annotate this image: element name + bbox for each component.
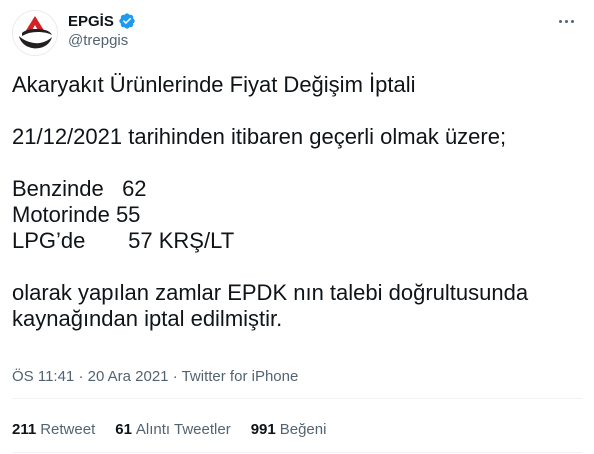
avatar[interactable] (12, 10, 58, 56)
likes-label: Beğeni (279, 421, 327, 438)
more-options-icon[interactable] (552, 10, 580, 32)
tweet-header: EPGİS @trepgis (12, 10, 582, 58)
tweet-line-benzin: Benzinde 62 (12, 176, 147, 201)
likes-count: 991 (250, 421, 276, 438)
meta-separator: · (172, 368, 178, 385)
tweet-line-lpg: LPG’de 57 KRŞ/LT (12, 228, 235, 253)
quotes-count: 61 (115, 421, 132, 438)
tweet-stats: 211 Retweet 61 Alıntı Tweetler 991 Beğeni (12, 421, 326, 438)
name-row: EPGİS (68, 12, 136, 30)
display-name[interactable]: EPGİS (68, 13, 114, 30)
divider (12, 398, 582, 399)
retweets-stat[interactable]: 211 Retweet (12, 421, 95, 438)
meta-separator: · (78, 368, 84, 385)
divider (12, 452, 582, 453)
retweets-count: 211 (12, 421, 37, 438)
tweet-meta: ÖS 11:41 · 20 Ara 2021 · Twitter for iPh… (12, 368, 298, 385)
verified-badge-icon (119, 13, 135, 29)
tweet-date[interactable]: 20 Ara 2021 (88, 368, 169, 385)
user-handle[interactable]: @trepgis (68, 32, 128, 49)
tweet-card: EPGİS @trepgis Akaryakıt Ürünlerinde Fiy… (0, 0, 594, 454)
likes-stat[interactable]: 991 Beğeni (251, 421, 327, 438)
tweet-line-statement-1: olarak yapılan zamlar EPDK nın talebi do… (12, 280, 529, 305)
tweet-line-statement-2: kaynağından iptal edilmiştir. (12, 306, 283, 331)
tweet-time[interactable]: ÖS 11:41 (12, 368, 74, 385)
tweet-line-motorin: Motorinde 55 (12, 202, 141, 227)
tweet-text: Akaryakıt Ürünlerinde Fiyat Değişim İpta… (12, 72, 582, 332)
tweet-line-date: 21/12/2021 tarihinden itibaren geçerli o… (12, 124, 507, 149)
quotes-stat[interactable]: 61 Alıntı Tweetler (115, 421, 230, 438)
tweet-line-title: Akaryakıt Ürünlerinde Fiyat Değişim İpta… (12, 72, 416, 97)
tweet-source[interactable]: Twitter for iPhone (182, 368, 299, 385)
epgis-logo-icon (13, 11, 57, 55)
retweets-label: Retweet (40, 421, 96, 438)
quotes-label: Alıntı Tweetler (135, 421, 231, 438)
